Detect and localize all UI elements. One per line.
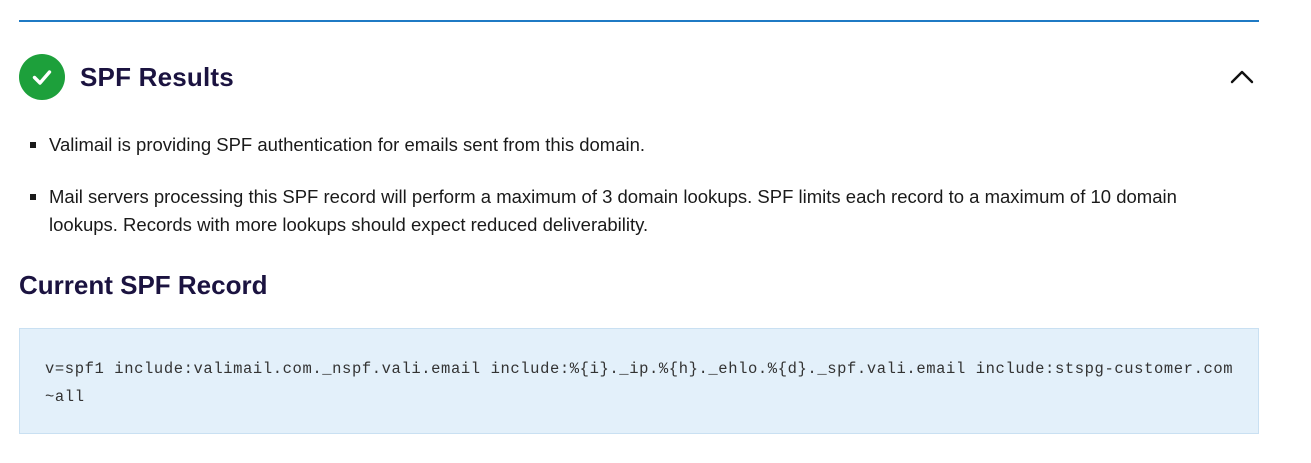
section-divider xyxy=(19,20,1259,22)
chevron-up-icon[interactable] xyxy=(1229,64,1255,90)
list-item: Valimail is providing SPF authentication… xyxy=(30,131,1230,159)
list-item-text: Valimail is providing SPF authentication… xyxy=(49,134,646,155)
list-item-text: Mail servers processing this SPF record … xyxy=(49,186,1177,235)
list-item: Mail servers processing this SPF record … xyxy=(30,183,1230,239)
spf-record-box: v=spf1 include:valimail.com._nspf.vali.e… xyxy=(19,328,1259,434)
bullet-icon xyxy=(30,142,36,148)
current-record-heading: Current SPF Record xyxy=(19,270,268,300)
check-icon xyxy=(19,54,65,100)
spf-results-header[interactable]: SPF Results xyxy=(19,54,1259,100)
spf-record-value: v=spf1 include:valimail.com._nspf.vali.e… xyxy=(45,360,1234,406)
bullet-icon xyxy=(30,194,36,200)
section-title: SPF Results xyxy=(80,61,234,92)
spf-results-list: Valimail is providing SPF authentication… xyxy=(30,131,1230,239)
